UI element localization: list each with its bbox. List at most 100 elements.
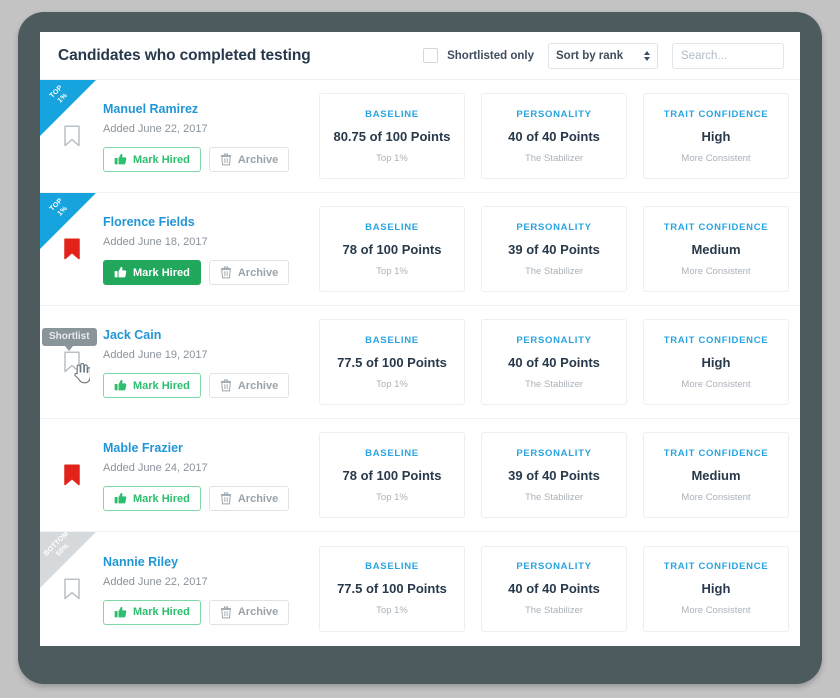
stat-label: PERSONALITY — [516, 108, 592, 120]
stat-subtext: The Stabilizer — [524, 491, 584, 503]
row-actions: Mark Hired Archive — [103, 373, 315, 398]
mark-hired-button[interactable]: Mark Hired — [103, 486, 201, 511]
trash-icon — [220, 266, 231, 279]
candidate-name[interactable]: Nannie Riley — [103, 555, 315, 569]
stat-label: BASELINE — [365, 447, 419, 459]
archive-label: Archive — [237, 153, 279, 166]
candidate-info: Mable Frazier Added June 24, 2017 Mark Hir… — [103, 439, 315, 511]
stat-card: BASELINE 78 of 100 Points Top 1% — [319, 206, 465, 292]
mark-hired-button[interactable]: Mark Hired — [103, 147, 201, 172]
row-actions: Mark Hired Archive — [103, 147, 315, 172]
sort-select-value: Sort by rank — [556, 49, 624, 62]
candidate-row: TOP 1% Florence Fields Added June 18, 2017 M… — [40, 193, 800, 306]
bookmark-icon[interactable] — [63, 464, 81, 486]
stat-subtext: More Consistent — [681, 152, 751, 164]
candidate-list: TOP 1% Manuel Ramirez Added June 22, 2017 Ma… — [40, 80, 800, 645]
mouse-cursor — [73, 362, 91, 389]
stat-label: BASELINE — [365, 561, 419, 572]
sort-select[interactable]: Sort by rank — [548, 42, 658, 69]
mark-hired-label: Mark Hired — [133, 606, 190, 618]
candidate-name[interactable]: Mable Frazier — [103, 441, 315, 455]
candidate-stats: BASELINE 78 of 100 Points Top 1% PERSONALIT… — [319, 206, 789, 292]
stat-value: 77.5 of 100 Points — [337, 354, 447, 370]
device-frame: Candidates who completed testing Shortli… — [18, 12, 822, 684]
stat-subtext: More Consistent — [681, 491, 751, 503]
bookmark-icon[interactable] — [63, 125, 81, 147]
bookmark-icon[interactable] — [63, 577, 81, 600]
shortlist-bookmark-column[interactable] — [40, 419, 103, 531]
candidate-name[interactable]: Florence Fields — [103, 215, 315, 229]
archive-button[interactable]: Archive — [208, 260, 290, 285]
bookmark-icon[interactable] — [63, 238, 81, 260]
archive-label: Archive — [237, 266, 279, 279]
stat-value: 39 of 40 Points — [508, 241, 600, 257]
stat-subtext: The Stabilizer — [524, 378, 584, 390]
up-down-chevron-icon — [644, 50, 650, 61]
mark-hired-button[interactable]: Mark Hired — [103, 260, 201, 285]
stat-subtext: More Consistent — [681, 378, 751, 390]
stat-subtext: Top 1% — [376, 265, 408, 277]
stat-subtext: Top 1% — [376, 378, 408, 390]
shortlist-bookmark-column[interactable] — [40, 80, 103, 192]
thumbs-up-icon — [114, 379, 127, 391]
trash-icon — [220, 492, 231, 505]
thumbs-up-icon — [114, 266, 127, 278]
archive-button[interactable]: Archive — [208, 373, 290, 398]
shortlisted-only-filter[interactable]: Shortlisted only — [423, 48, 534, 63]
stat-card: PERSONALITY 40 of 40 Points The Stabilizer — [481, 319, 627, 405]
app-screen: Candidates who completed testing Shortli… — [40, 32, 800, 646]
stat-card: BASELINE 77.5 of 100 Points Top 1% — [319, 319, 465, 405]
stat-value: 40 of 40 Points — [508, 581, 600, 596]
stat-value: Medium — [691, 467, 741, 483]
stat-label: TRAIT CONFIDENCE — [663, 221, 769, 233]
stat-label: TRAIT CONFIDENCE — [663, 447, 769, 459]
candidate-info: Manuel Ramirez Added June 22, 2017 Mark Hi… — [103, 100, 315, 172]
candidate-added-date: Added June 22, 2017 — [103, 575, 208, 588]
shortlist-bookmark-column[interactable] — [40, 193, 103, 305]
card-header: Candidates who completed testing Shortli… — [40, 32, 800, 80]
archive-button[interactable]: Archive — [208, 486, 290, 511]
search-input[interactable]: Search... — [672, 42, 784, 69]
trash-icon — [220, 153, 231, 166]
mark-hired-label: Mark Hired — [133, 266, 190, 279]
stat-value: 80.75 of 100 Points — [333, 128, 451, 144]
mark-hired-label: Mark Hired — [133, 492, 190, 505]
mark-hired-label: Mark Hired — [133, 153, 190, 166]
stat-label: TRAIT CONFIDENCE — [663, 561, 769, 572]
stat-card: TRAIT CONFIDENCE Medium More Consistent — [643, 206, 789, 292]
stat-value: 39 of 40 Points — [508, 467, 600, 483]
archive-button[interactable]: Archive — [208, 599, 290, 625]
shortlist-tooltip: Shortlist — [42, 328, 97, 351]
shortlisted-only-checkbox[interactable] — [423, 48, 439, 63]
archive-label: Archive — [237, 492, 279, 505]
row-actions: Mark Hired Archive — [103, 599, 315, 625]
stat-label: BASELINE — [365, 108, 419, 120]
hand-cursor-icon — [74, 362, 91, 384]
stat-subtext: The Stabilizer — [524, 265, 584, 277]
candidate-name[interactable]: Manuel Ramirez — [103, 102, 315, 116]
stat-card: TRAIT CONFIDENCE High More Consistent — [643, 545, 789, 632]
shortlist-bookmark-column[interactable] — [40, 532, 103, 645]
mark-hired-button[interactable]: Mark Hired — [103, 599, 201, 625]
stat-value: High — [701, 354, 731, 370]
trash-icon — [220, 605, 231, 618]
candidate-added-date: Added June 24, 2017 — [103, 462, 208, 474]
stat-card: BASELINE 80.75 of 100 Points Top 1% — [319, 93, 465, 179]
trash-icon — [220, 379, 231, 392]
candidate-added-date: Added June 18, 2017 — [103, 236, 208, 248]
stat-subtext: More Consistent — [681, 265, 751, 277]
stat-card: PERSONALITY 40 of 40 Points The Stabilizer — [481, 93, 627, 179]
stat-label: TRAIT CONFIDENCE — [663, 108, 769, 120]
candidate-name[interactable]: Jack Cain — [103, 328, 315, 342]
candidate-row: Shortlist Jack Cain Added June 19, 2017 Mar… — [40, 306, 800, 419]
thumbs-up-icon — [114, 153, 127, 165]
mark-hired-button[interactable]: Mark Hired — [103, 373, 201, 398]
candidate-added-date: Added June 22, 2017 — [103, 123, 208, 135]
archive-button[interactable]: Archive — [208, 147, 290, 172]
header-controls: Shortlisted only Sort by rank Search... — [423, 42, 784, 69]
candidate-added-date: Added June 19, 2017 — [103, 349, 208, 361]
shortlist-bookmark-column[interactable]: Shortlist — [40, 306, 103, 418]
stat-card: PERSONALITY 39 of 40 Points The Stabilizer — [481, 206, 627, 292]
stat-card: TRAIT CONFIDENCE Medium More Consistent — [643, 432, 789, 518]
shortlisted-only-label: Shortlisted only — [447, 49, 534, 62]
